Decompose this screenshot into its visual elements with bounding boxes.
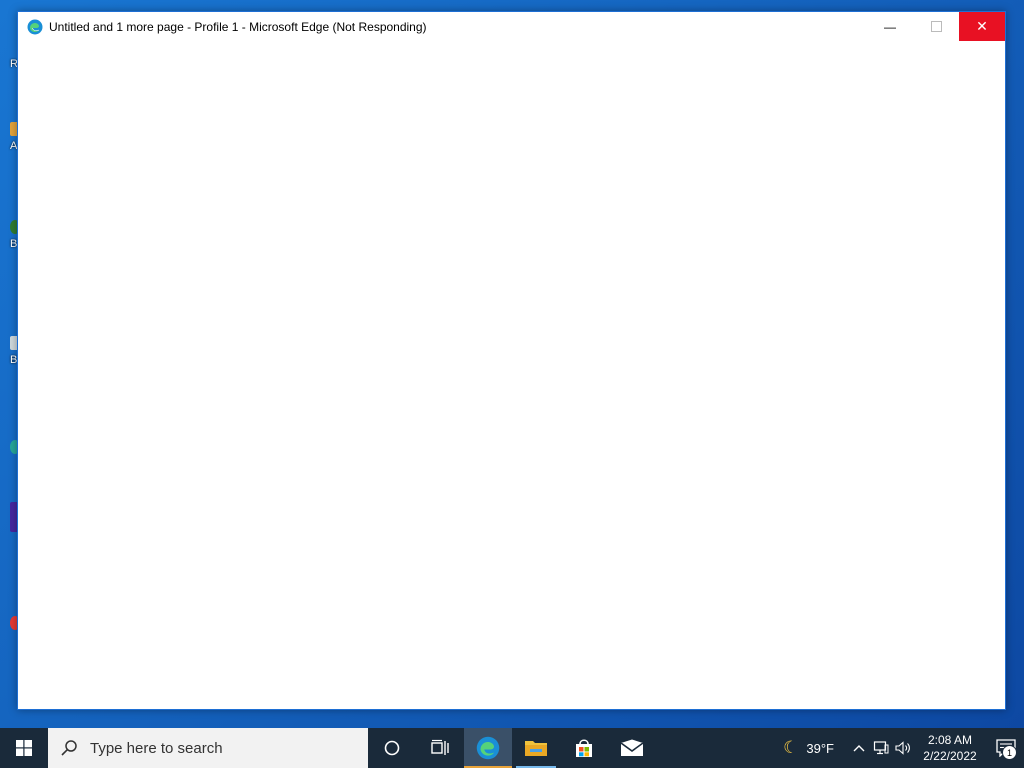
taskbar-clock[interactable]: 2:08 AM 2/22/2022 <box>920 732 980 764</box>
taskbar-store-button[interactable] <box>560 728 608 768</box>
title-bar[interactable]: Untitled and 1 more page - Profile 1 - M… <box>18 12 1005 41</box>
clock-date: 2/22/2022 <box>923 749 977 763</box>
chevron-up-icon <box>853 745 865 752</box>
search-icon <box>60 738 80 758</box>
network-button[interactable] <box>870 728 892 768</box>
search-input[interactable] <box>88 738 352 758</box>
speaker-icon <box>895 741 910 755</box>
network-icon <box>873 741 889 755</box>
window-title: Untitled and 1 more page - Profile 1 - M… <box>49 19 427 34</box>
taskbar-search-box[interactable] <box>48 728 368 768</box>
windows-logo-icon <box>16 740 32 756</box>
minimize-icon: — <box>884 19 896 34</box>
taskbar-edge-button[interactable] <box>464 728 512 768</box>
store-icon <box>576 739 592 757</box>
action-center-button[interactable]: 1 <box>988 728 1024 768</box>
edge-logo-icon <box>27 19 43 35</box>
window-content-blank <box>18 41 1005 709</box>
mail-icon <box>620 739 644 756</box>
close-icon: ✕ <box>976 18 988 34</box>
edge-window[interactable]: Untitled and 1 more page - Profile 1 - M… <box>17 11 1006 710</box>
minimize-button[interactable]: — <box>867 12 913 41</box>
task-view-icon <box>431 739 449 755</box>
window-controls: — ✕ <box>867 12 1005 41</box>
taskbar-mail-button[interactable] <box>608 728 656 768</box>
moon-icon: ☾ <box>783 738 799 757</box>
weather-widget[interactable]: ☾ 39°F <box>783 738 834 758</box>
taskbar-file-explorer-button[interactable] <box>512 728 560 768</box>
cortana-circle-icon <box>384 740 400 756</box>
maximize-button[interactable] <box>913 12 959 41</box>
start-button[interactable] <box>0 728 48 768</box>
clock-time: 2:08 AM <box>927 733 973 747</box>
system-tray: ☾ 39°F 2:08 AM 2/22/2022 1 <box>783 728 1024 768</box>
close-button[interactable]: ✕ <box>959 12 1005 41</box>
maximize-icon <box>930 21 942 32</box>
volume-button[interactable] <box>892 728 914 768</box>
folder-icon <box>525 741 547 756</box>
taskbar: ☾ 39°F 2:08 AM 2/22/2022 <box>0 728 1024 768</box>
task-view-button[interactable] <box>416 728 464 768</box>
cortana-button[interactable] <box>368 728 416 768</box>
show-hidden-icons-button[interactable] <box>848 728 870 768</box>
notification-count-badge: 1 <box>1002 745 1017 760</box>
edge-icon <box>476 736 500 760</box>
weather-temperature: 39°F <box>806 740 834 756</box>
